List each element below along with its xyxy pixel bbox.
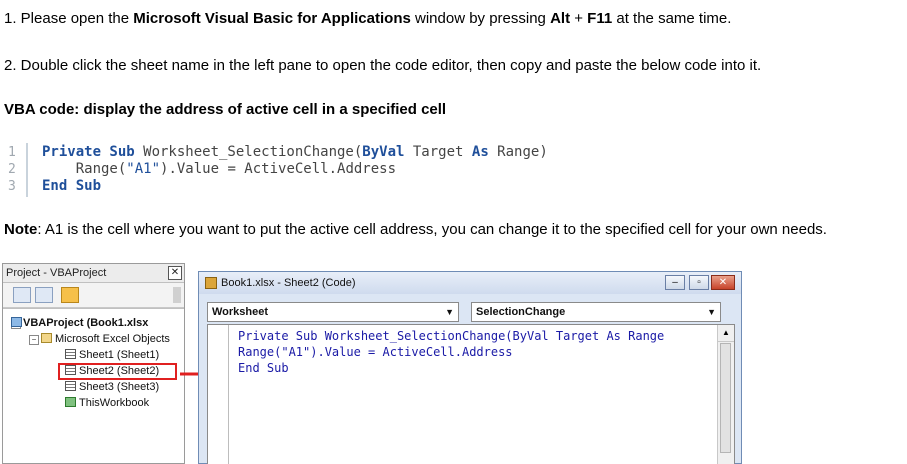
- collapse-icon: −: [29, 335, 39, 345]
- app-name: Microsoft Visual Basic for Applications: [133, 10, 411, 27]
- tree-item-vbaproject[interactable]: −VBAProject (Book1.xlsx: [11, 317, 148, 329]
- sheet-icon: [65, 381, 76, 391]
- editor-line-2: Range("A1").Value = ActiveCell.Address: [238, 345, 513, 359]
- scroll-thumb: [720, 343, 731, 453]
- minimize-button[interactable]: –: [665, 275, 685, 290]
- line-number-gutter: 1 2 3: [4, 143, 28, 197]
- vba-icon: [205, 277, 217, 289]
- editor-line-3: End Sub: [238, 361, 289, 375]
- code-heading: VBA code: display the address of active …: [4, 101, 447, 118]
- key-f11: F11: [587, 10, 613, 27]
- instruction-step-1: 1. Please open the Microsoft Visual Basi…: [4, 10, 732, 27]
- restore-button[interactable]: ▫: [689, 275, 709, 290]
- close-button[interactable]: ✕: [711, 275, 735, 290]
- note-label: Note: [4, 221, 38, 238]
- sheet-icon: [65, 349, 76, 359]
- instruction-step-2: 2. Double click the sheet name in the le…: [4, 57, 762, 74]
- toggle-folders-icon[interactable]: [61, 287, 79, 303]
- editor-margin: [208, 325, 229, 464]
- code-line-3: End Sub: [42, 178, 102, 194]
- code-line-1: Private Sub Worksheet_SelectionChange(By…: [42, 144, 548, 160]
- code-line-2: Range("A1").Value = ActiveCell.Address: [42, 161, 397, 177]
- close-icon[interactable]: ✕: [168, 266, 182, 280]
- line-number: 3: [8, 179, 16, 194]
- tree-item-sheet1[interactable]: Sheet1 (Sheet1): [65, 349, 159, 361]
- code-window: Book1.xlsx - Sheet2 (Code) – ▫ ✕ Workshe…: [198, 271, 742, 464]
- tree-item-thisworkbook[interactable]: ThisWorkbook: [65, 397, 149, 409]
- tree-item-excel-objects[interactable]: − Microsoft Excel Objects: [29, 333, 170, 345]
- sheet2-highlight-box: [58, 363, 177, 380]
- project-toolbar: [3, 283, 184, 308]
- object-combo[interactable]: Worksheet ▼: [207, 302, 459, 322]
- code-editor[interactable]: Private Sub Worksheet_SelectionChange(By…: [207, 324, 735, 464]
- folder-icon: [41, 333, 52, 343]
- scroll-up-icon: ▲: [718, 325, 734, 342]
- chevron-down-icon: ▼: [707, 307, 716, 317]
- view-code-icon[interactable]: [13, 287, 31, 303]
- toolbar-scroll[interactable]: [173, 287, 181, 303]
- chevron-down-icon: ▼: [445, 307, 454, 317]
- combo-row: Worksheet ▼ SelectionChange ▼: [207, 302, 721, 324]
- editor-line-1: Private Sub Worksheet_SelectionChange(By…: [238, 329, 665, 343]
- code-block[interactable]: 1 2 3 Private Sub Worksheet_SelectionCha…: [4, 143, 644, 197]
- line-number: 1: [8, 145, 16, 160]
- project-tree: −VBAProject (Book1.xlsx −Microsoft Excel…: [3, 308, 184, 463]
- code-window-title: Book1.xlsx - Sheet2 (Code) – ▫ ✕: [199, 272, 741, 294]
- key-alt: Alt: [550, 10, 571, 27]
- workbook-icon: [65, 397, 76, 407]
- project-icon: [11, 317, 22, 327]
- procedure-combo[interactable]: SelectionChange ▼: [471, 302, 721, 322]
- tree-item-sheet3[interactable]: Sheet3 (Sheet3): [65, 381, 159, 393]
- project-pane-title: Project - VBAProject ✕: [3, 264, 184, 283]
- note-paragraph: Note: A1 is the cell where you want to p…: [4, 221, 827, 238]
- vbe-screenshot: Project - VBAProject ✕ −VBAProject (Book…: [2, 263, 742, 464]
- line-number: 2: [8, 162, 16, 177]
- vertical-scrollbar[interactable]: ▲: [717, 325, 734, 464]
- view-object-icon[interactable]: [35, 287, 53, 303]
